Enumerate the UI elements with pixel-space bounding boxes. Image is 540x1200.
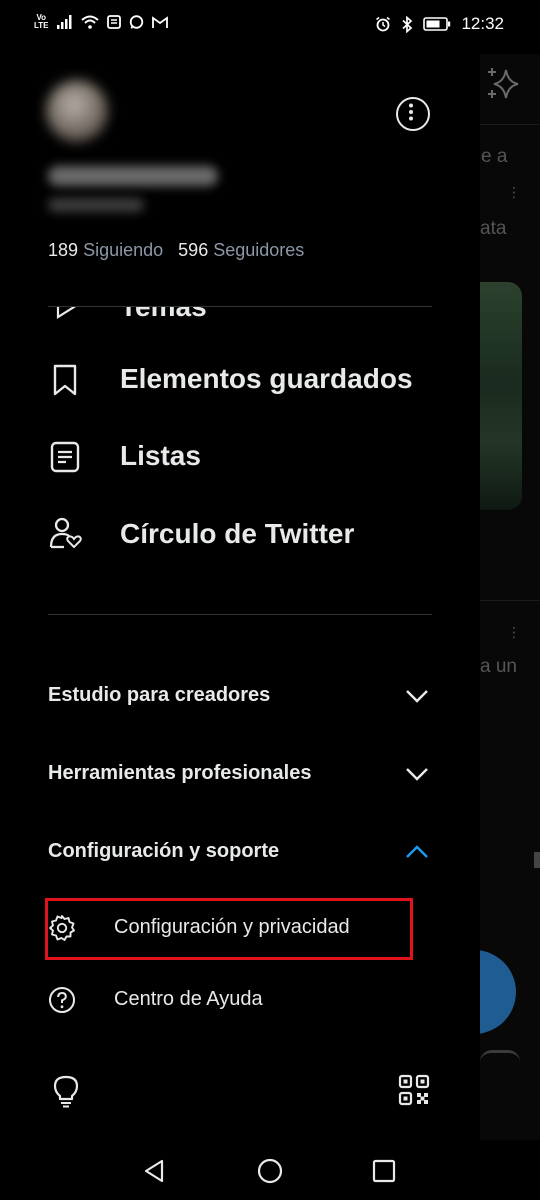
menu-item-bookmarks[interactable]: Elementos guardados — [0, 355, 480, 405]
menu-item-twitter-circle[interactable]: Círculo de Twitter — [0, 510, 480, 560]
bookmark-icon — [53, 364, 77, 396]
background-more-icon: ⋮ — [507, 184, 521, 200]
profile-name-blurred — [48, 166, 218, 186]
system-navigation-bar — [0, 1140, 540, 1200]
twitter-circle-icon — [49, 517, 82, 549]
volte-indicator: Vo LTE — [34, 13, 49, 30]
account-options-button[interactable] — [396, 97, 430, 131]
whatsapp-icon — [129, 14, 143, 29]
clock: 12:32 — [461, 14, 504, 33]
battery-icon — [423, 17, 451, 31]
section-professional-tools[interactable]: Herramientas profesionales — [0, 754, 480, 794]
section-creator-studio[interactable]: Estudio para creadores — [0, 676, 480, 716]
recents-icon[interactable] — [372, 1159, 396, 1183]
followers-count: 596 — [178, 240, 209, 260]
chevron-down-icon — [406, 690, 428, 703]
followers-link[interactable]: 596 Seguidores — [178, 240, 304, 260]
gmail-icon — [151, 15, 168, 28]
menu-item-label: Círculo de Twitter — [120, 518, 355, 549]
followers-label: Seguidores — [213, 240, 305, 260]
following-count: 189 — [48, 240, 79, 260]
divider — [48, 614, 432, 615]
following-label: Siguiendo — [83, 240, 164, 260]
menu-item-label: Centro de Ayuda — [114, 988, 263, 1010]
home-icon[interactable] — [257, 1158, 283, 1184]
menu-item-lists[interactable]: Listas — [0, 432, 480, 482]
menu-item-label: Elementos guardados — [120, 363, 413, 394]
back-icon[interactable] — [142, 1158, 168, 1184]
chevron-down-icon — [406, 768, 428, 781]
follow-stats: 189 Siguiendo 596 Seguidores — [48, 240, 304, 261]
section-settings-support[interactable]: Configuración y soporte — [0, 832, 480, 872]
lightbulb-icon[interactable] — [52, 1074, 80, 1108]
avatar[interactable] — [46, 80, 108, 142]
list-icon — [50, 441, 80, 473]
signal-icon — [56, 15, 72, 29]
status-left-icons: Vo LTE — [34, 14, 168, 30]
background-separator — [480, 124, 540, 125]
background-separator — [480, 600, 540, 601]
background-text: ata — [480, 218, 507, 239]
highlight-box — [45, 898, 413, 960]
background-text: e a — [481, 146, 508, 167]
background-tab-bar — [480, 1050, 520, 1113]
bluetooth-icon — [402, 15, 413, 33]
topics-icon — [56, 307, 77, 319]
qr-code-icon[interactable] — [398, 1074, 430, 1106]
menu-item-label: Temas — [120, 307, 207, 323]
background-media — [480, 282, 522, 510]
section-label: Herramientas profesionales — [48, 762, 312, 784]
section-label: Configuración y soporte — [48, 840, 280, 862]
app-notification-icon — [106, 15, 121, 29]
background-scroll-indicator — [534, 852, 540, 868]
status-right-icons: 12:32 — [375, 14, 504, 34]
menu-item-topics-partial[interactable]: Temas — [0, 307, 480, 323]
background-text: a un — [480, 656, 517, 677]
wifi-icon — [80, 15, 99, 29]
following-link[interactable]: 189 Siguiendo — [48, 240, 168, 260]
alarm-icon — [376, 16, 391, 32]
more-vertical-icon — [408, 103, 413, 120]
section-label: Estudio para creadores — [48, 684, 271, 706]
menu-item-label: Listas — [120, 440, 201, 471]
chevron-up-icon — [406, 845, 428, 858]
help-icon — [49, 987, 75, 1013]
sparkle-icon — [488, 68, 519, 99]
menu-item-help-center[interactable]: Centro de Ayuda — [0, 978, 480, 1022]
profile-handle-blurred — [48, 198, 144, 212]
status-bar: Vo LTE 12:32 — [0, 0, 540, 54]
background-more-icon: ⋮ — [507, 624, 521, 640]
